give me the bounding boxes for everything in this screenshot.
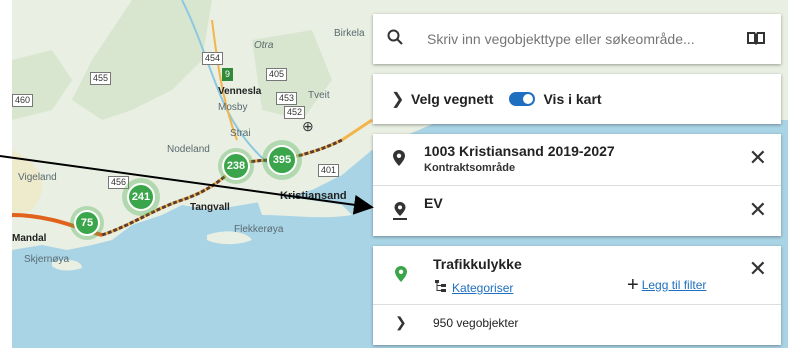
app-frame: Otra Birkela Vennesla Mosby Tveit Strai … [0, 0, 788, 348]
annotation-arrow [0, 155, 374, 215]
